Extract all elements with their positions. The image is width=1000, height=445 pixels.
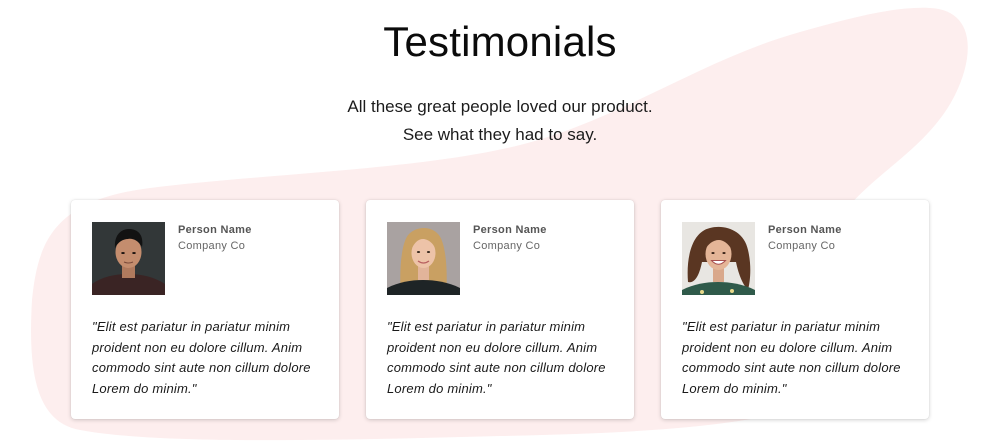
person-info: Person Name Company Co (178, 222, 252, 254)
person-company: Company Co (178, 240, 246, 252)
subtitle-line-2: See what they had to say. (402, 125, 598, 144)
person-info: Person Name Company Co (768, 222, 842, 254)
person-name: Person Name (178, 224, 252, 236)
page-title: Testimonials (383, 18, 617, 65)
testimonial-card: Person Name Company Co "Elit est pariatu… (366, 200, 634, 419)
testimonial-cards: Person Name Company Co "Elit est pariatu… (71, 200, 930, 420)
testimonial-quote: "Elit est pariatur in pariatur minim pro… (92, 319, 311, 396)
testimonial-card: Person Name Company Co "Elit est pariatu… (71, 200, 339, 419)
person-company: Company Co (768, 240, 836, 252)
person-info: Person Name Company Co (473, 222, 547, 254)
person-photo (387, 222, 460, 295)
person-company: Company Co (473, 240, 541, 252)
person-photo (92, 222, 165, 295)
testimonial-card: Person Name Company Co "Elit est pariatu… (661, 200, 929, 419)
testimonial-quote: "Elit est pariatur in pariatur minim pro… (682, 319, 901, 396)
person-name: Person Name (768, 224, 842, 236)
subtitle-line-1: All these great people loved our product… (347, 97, 653, 116)
testimonial-quote: "Elit est pariatur in pariatur minim pro… (387, 319, 606, 396)
page-subtitle: All these great people loved our product… (0, 93, 1000, 149)
person-name: Person Name (473, 224, 547, 236)
testimonials-header: Testimonials All these great people love… (0, 18, 1000, 149)
person-photo (682, 222, 755, 295)
